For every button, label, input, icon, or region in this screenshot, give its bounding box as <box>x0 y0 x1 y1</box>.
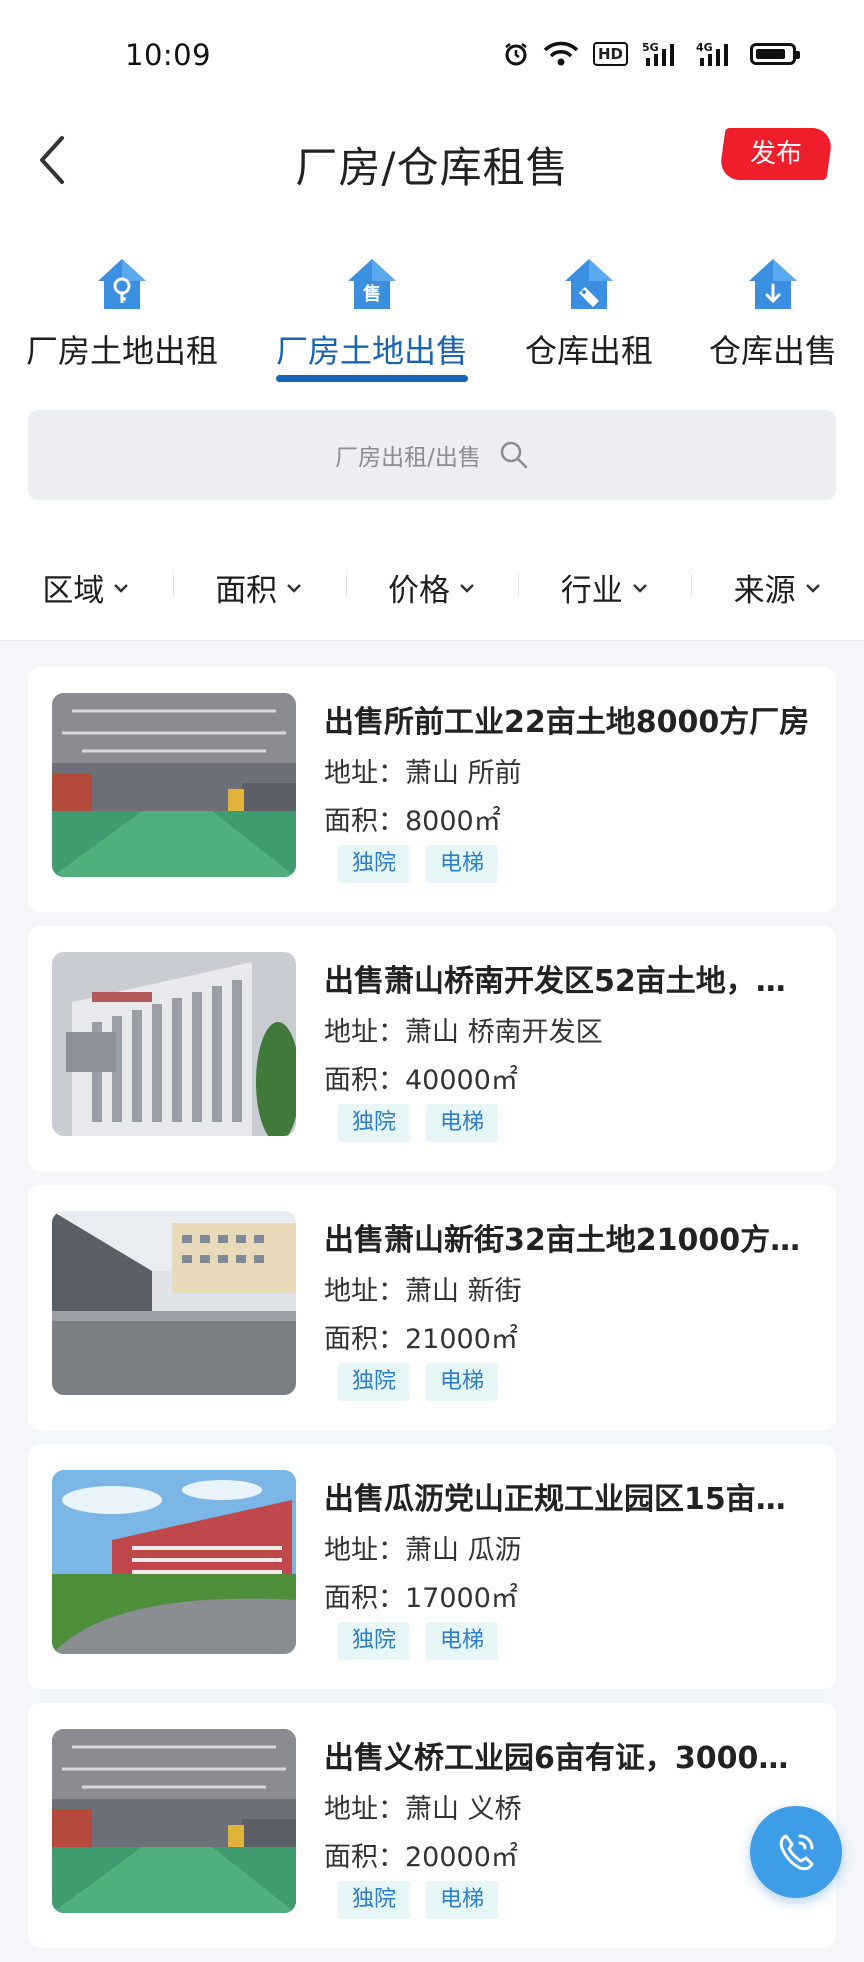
sale-house-icon: 售 <box>344 255 400 313</box>
status-icons: HD 5G 4G <box>503 40 800 68</box>
listing-tag: 电梯 <box>426 1363 499 1401</box>
tab-warehouse-rent[interactable]: 仓库出租 <box>514 255 664 372</box>
listing-tag: 独院 <box>338 845 411 883</box>
listing-tag: 电梯 <box>426 1881 499 1919</box>
listing-address: 地址：萧山 新街 <box>324 1276 522 1307</box>
listing-photo <box>52 693 296 877</box>
listing-area: 面积：40000㎡ <box>324 1065 518 1096</box>
filter-region[interactable]: 区域 <box>0 550 173 625</box>
listing-title: 出售所前工业22亩土地8000方厂房 <box>324 705 810 740</box>
filter-label: 价格 <box>387 573 450 609</box>
battery-level <box>756 49 785 59</box>
status-bar: 10:09 HD 5G 4G <box>0 0 864 110</box>
filter-area[interactable]: 面积 <box>172 550 346 625</box>
header: 厂房/仓库租售 发布 <box>0 110 864 210</box>
filter-price[interactable]: 价格 <box>345 550 519 625</box>
listing-tag: 独院 <box>338 1104 411 1142</box>
chevron-down-icon <box>632 583 647 593</box>
tab-label: 仓库出售 <box>708 332 837 370</box>
filter-label: 区域 <box>42 573 105 609</box>
listing-card[interactable]: 出售义桥工业园6亩有证，3000方厂房 地址：萧山 义桥 面积：20000㎡ 独… <box>28 1703 836 1948</box>
listing-area: 面积：8000㎡ <box>324 806 501 837</box>
battery-icon <box>750 43 800 65</box>
filter-industry[interactable]: 行业 <box>518 550 691 625</box>
chevron-down-icon <box>460 583 474 593</box>
listing-tag: 电梯 <box>426 1622 499 1660</box>
signal-5g-icon: 5G <box>642 40 682 68</box>
call-button[interactable] <box>750 1806 842 1898</box>
listing-title: 出售萧山桥南开发区52亩土地，厂房 <box>324 964 814 999</box>
tab-label: 厂房土地出租 <box>25 332 218 370</box>
listing-tag: 电梯 <box>426 845 499 883</box>
listing-title: 出售瓜沥党山正规工业园区15亩土地 <box>324 1482 814 1517</box>
filter-bar: 区域 面积 价格 行业 来源 <box>0 550 864 625</box>
listing-tag: 电梯 <box>426 1104 499 1142</box>
filter-label: 面积 <box>215 573 278 609</box>
filter-label: 行业 <box>560 573 623 609</box>
filter-label: 来源 <box>733 573 796 609</box>
publish-label: 发布 <box>749 139 802 169</box>
listing-address: 地址：萧山 桥南开发区 <box>324 1017 603 1048</box>
listing-title: 出售义桥工业园6亩有证，3000方厂房 <box>324 1741 814 1776</box>
listing-card[interactable]: 出售瓜沥党山正规工业园区15亩土地 地址：萧山 瓜沥 面积：17000㎡ 独院 … <box>28 1444 836 1689</box>
listing-address: 地址：萧山 所前 <box>324 758 522 789</box>
chevron-down-icon <box>114 583 129 593</box>
listing-title: 出售萧山新街32亩土地21000方厂房 <box>324 1223 814 1258</box>
publish-button[interactable]: 发布 <box>718 128 834 180</box>
tab-label: 仓库出租 <box>524 332 653 370</box>
listing-card[interactable]: 出售萧山新街32亩土地21000方厂房 地址：萧山 新街 面积：21000㎡ 独… <box>28 1185 836 1430</box>
listing-card[interactable]: 出售萧山桥南开发区52亩土地，厂房 地址：萧山 桥南开发区 面积：40000㎡ … <box>28 926 836 1171</box>
key-house-icon <box>94 255 150 313</box>
listing-photo <box>52 952 296 1136</box>
listing-photo <box>52 1729 296 1913</box>
category-tabs: 厂房土地出租 售 厂房土地出售 仓库出租 仓库出售 <box>0 255 864 395</box>
alarm-icon <box>503 41 529 67</box>
filter-source[interactable]: 来源 <box>691 550 864 625</box>
listing-area: 面积：20000㎡ <box>324 1842 518 1873</box>
phone-icon <box>779 1834 814 1871</box>
status-time: 10:09 <box>125 38 212 72</box>
chevron-down-icon <box>805 583 820 593</box>
active-tab-indicator <box>276 375 468 382</box>
wifi-icon <box>543 41 579 67</box>
listing-photo <box>52 1470 296 1654</box>
listing-photo <box>52 1211 296 1395</box>
listing-tag: 独院 <box>338 1622 411 1660</box>
search-icon <box>499 440 529 470</box>
chevron-down-icon <box>287 583 302 593</box>
hd-voice-icon: HD <box>592 42 628 66</box>
search-input[interactable]: 厂房出租/出售 <box>28 410 836 500</box>
listing-tag: 独院 <box>338 1363 411 1401</box>
listing-card[interactable]: 出售所前工业22亩土地8000方厂房 地址：萧山 所前 面积：8000㎡ 独院 … <box>28 667 836 912</box>
listing-tag: 独院 <box>338 1881 411 1919</box>
tag-house-icon <box>561 255 617 313</box>
listing-area: 面积：21000㎡ <box>324 1324 518 1355</box>
tab-factory-land-sale[interactable]: 售 厂房土地出售 <box>270 255 474 372</box>
tab-warehouse-sale[interactable]: 仓库出售 <box>698 255 848 372</box>
tab-factory-land-rent[interactable]: 厂房土地出租 <box>24 255 220 372</box>
svg-text:售: 售 <box>363 283 381 305</box>
svg-text:4G: 4G <box>696 41 713 54</box>
search-placeholder: 厂房出租/出售 <box>335 445 481 471</box>
listing-address: 地址：萧山 义桥 <box>324 1794 522 1825</box>
svg-text:5G: 5G <box>642 41 659 54</box>
download-house-icon <box>745 255 801 313</box>
listing-address: 地址：萧山 瓜沥 <box>324 1535 522 1566</box>
tab-label: 厂房土地出售 <box>275 332 468 370</box>
listing-list: 出售所前工业22亩土地8000方厂房 地址：萧山 所前 面积：8000㎡ 独院 … <box>28 667 836 1962</box>
signal-4g-icon: 4G <box>696 40 736 68</box>
listing-area: 面积：17000㎡ <box>324 1583 518 1614</box>
